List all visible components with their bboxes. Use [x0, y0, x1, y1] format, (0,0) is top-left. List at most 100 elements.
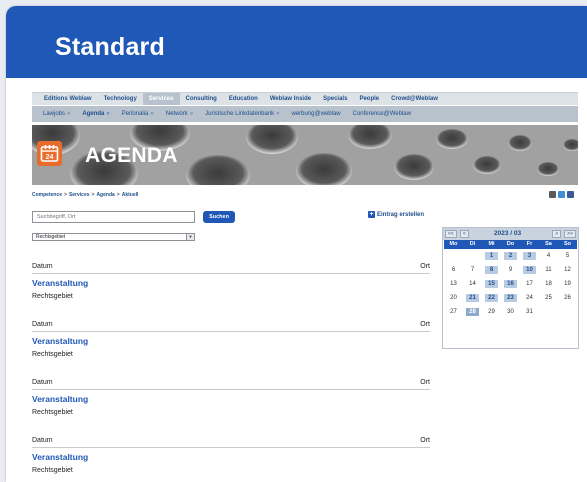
sub-nav-item[interactable]: Lawjobs» [38, 111, 77, 117]
calendar-day-number: 16 [504, 280, 517, 288]
calendar-day[interactable]: 10 [520, 263, 539, 277]
search-input[interactable] [32, 211, 195, 223]
rechtsgebiet-select[interactable]: Rechtsgebiet ▼ [32, 233, 195, 241]
calendar-day[interactable]: 19 [558, 277, 577, 291]
event-date-row: Datum Ort [32, 263, 430, 274]
sub-nav-item[interactable]: werbung@weblaw [287, 111, 348, 117]
calendar-day[interactable]: 13 [444, 277, 463, 291]
prev-month-button[interactable]: < [459, 230, 469, 238]
calendar-day[interactable]: 20 [444, 291, 463, 305]
breadcrumb-item[interactable]: Aktuell [122, 192, 139, 198]
event-title-link[interactable]: Veranstaltung [32, 394, 88, 404]
breadcrumb-item[interactable]: Agenda [96, 192, 114, 198]
calendar-day[interactable]: 17 [520, 277, 539, 291]
weekday-header: Di [463, 240, 482, 249]
calendar-day[interactable]: 8 [482, 263, 501, 277]
calendar-icon-number: 24 [46, 154, 54, 161]
event-item: Datum Ort Veranstaltung Rechtsgebiet [32, 263, 430, 321]
calendar-day[interactable]: 16 [501, 277, 520, 291]
banner-title: AGENDA [85, 144, 178, 167]
main-nav-item[interactable]: Crowd@Weblaw [385, 93, 444, 105]
main-nav-item[interactable]: Services [142, 93, 180, 105]
calendar-day-number: 19 [564, 281, 571, 287]
calendar-icon: 24 [37, 141, 62, 166]
facebook-icon[interactable] [567, 191, 574, 198]
calendar-day[interactable]: 18 [539, 277, 558, 291]
twitter-icon[interactable] [558, 191, 565, 198]
calendar-day[interactable]: 2 [501, 249, 520, 263]
sub-nav-label: werbung@weblaw [291, 111, 341, 117]
calendar-day-number: 4 [546, 253, 551, 259]
calendar-day[interactable]: 11 [539, 263, 558, 277]
calendar-day[interactable]: 15 [482, 277, 501, 291]
calendar-day-number: 26 [564, 295, 571, 301]
sub-nav-item[interactable]: Conference@Weblaw [348, 111, 418, 117]
calendar-month-label: 2023 / 03 [494, 230, 522, 237]
prev-year-button[interactable]: << [445, 230, 457, 238]
calendar-day[interactable]: 24 [520, 291, 539, 305]
calendar-day-number: 8 [485, 266, 498, 274]
main-nav-item[interactable]: Weblaw Inside [264, 93, 317, 105]
main-nav-item[interactable]: Editions Weblaw [38, 93, 98, 105]
select-value: Rechtsgebiet [36, 234, 66, 240]
breadcrumb: Competence > Services > Agenda > Aktuell [32, 192, 138, 198]
sub-nav-item[interactable]: Network» [161, 111, 200, 117]
search-button[interactable]: Suchen [203, 211, 235, 223]
calendar-day[interactable]: 4 [539, 249, 558, 263]
sub-nav-item[interactable]: Juristische Linkdatenbank» [200, 111, 286, 117]
event-legal-field: Rechtsgebiet [32, 409, 73, 416]
event-date-row: Datum Ort [32, 437, 430, 448]
calendar-day[interactable]: 25 [539, 291, 558, 305]
calendar-day[interactable]: 5 [558, 249, 577, 263]
breadcrumb-separator: > [116, 192, 120, 198]
sub-nav-label: Conference@Weblaw [352, 111, 411, 117]
calendar-day[interactable]: 14 [463, 277, 482, 291]
event-title-link[interactable]: Veranstaltung [32, 452, 88, 462]
weekday-header: Fr [520, 240, 539, 249]
event-title-link[interactable]: Veranstaltung [32, 278, 88, 288]
calendar-day-number: 22 [485, 294, 498, 302]
main-nav-item[interactable]: Consulting [180, 93, 223, 105]
breadcrumb-item[interactable]: Services [69, 192, 90, 198]
event-title-link[interactable]: Veranstaltung [32, 336, 88, 346]
calendar-day[interactable]: 22 [482, 291, 501, 305]
main-nav-item[interactable]: Education [223, 93, 264, 105]
calendar-day[interactable]: 6 [444, 263, 463, 277]
create-entry-link[interactable]: + Eintrag erstellen [368, 211, 424, 218]
next-month-button[interactable]: > [552, 230, 562, 238]
calendar-day[interactable]: 30 [501, 305, 520, 319]
event-date: Datum [32, 437, 53, 444]
print-icon[interactable] [549, 191, 556, 198]
calendar-day-number: 21 [466, 294, 479, 302]
breadcrumb-item[interactable]: Competence [32, 192, 62, 198]
calendar-day-number [466, 249, 479, 257]
event-legal-field: Rechtsgebiet [32, 293, 73, 300]
calendar-day[interactable]: 29 [482, 305, 501, 319]
calendar-day[interactable]: 28 [463, 305, 482, 319]
main-nav-item[interactable]: Technology [98, 93, 143, 105]
main-nav-item[interactable]: Specials [317, 93, 353, 105]
calendar-day[interactable]: 31 [520, 305, 539, 319]
sub-nav-item[interactable]: Agenda» [77, 111, 116, 117]
calendar-day-number: 5 [565, 253, 570, 259]
calendar-day-number [561, 305, 574, 313]
calendar-empty-cell [463, 249, 482, 263]
sub-nav-label: Agenda [82, 111, 105, 117]
calendar-day[interactable]: 3 [520, 249, 539, 263]
calendar-widget: << < 2023 / 03 > >> Mo Di Mi Do Fr Sa So 1 2 3 4 5 6… [442, 227, 579, 349]
calendar-day[interactable]: 1 [482, 249, 501, 263]
calendar-empty-cell [558, 305, 577, 319]
calendar-day[interactable]: 21 [463, 291, 482, 305]
sub-nav-item[interactable]: Perſonalia» [117, 111, 161, 117]
event-date: Datum [32, 263, 53, 270]
calendar-day[interactable]: 7 [463, 263, 482, 277]
calendar-day-number: 7 [470, 267, 475, 273]
calendar-day[interactable]: 12 [558, 263, 577, 277]
calendar-day[interactable]: 27 [444, 305, 463, 319]
breadcrumb-separator: > [91, 192, 95, 198]
calendar-day[interactable]: 23 [501, 291, 520, 305]
calendar-day[interactable]: 26 [558, 291, 577, 305]
next-year-button[interactable]: >> [564, 230, 576, 238]
main-nav-item[interactable]: People [353, 93, 385, 105]
calendar-day[interactable]: 9 [501, 263, 520, 277]
